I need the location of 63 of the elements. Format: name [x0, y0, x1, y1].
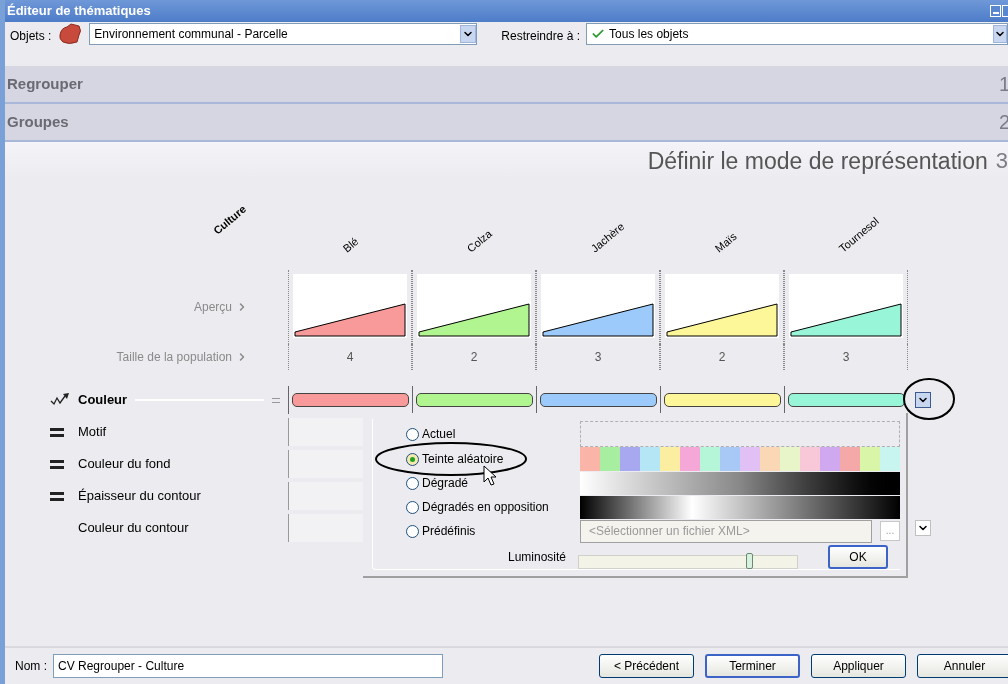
gradient-strip[interactable] [580, 471, 900, 495]
option-label[interactable]: Dégradé [422, 474, 469, 492]
gradient-strip[interactable] [580, 495, 900, 519]
slider-thumb[interactable] [746, 553, 754, 569]
restrict-dropdown[interactable]: Tous les objets [586, 23, 1008, 45]
window-title: Éditeur de thématiques [7, 2, 151, 21]
name-field[interactable]: CV Regrouper - Culture [53, 654, 443, 678]
step-number: 3 [995, 150, 1008, 172]
property-label[interactable]: Couleur du contour [78, 518, 189, 538]
annotation-ellipse [902, 377, 956, 421]
color-bar[interactable] [664, 393, 781, 407]
objects-dropdown[interactable]: Environnement communal - Parcelle [89, 23, 478, 45]
step-title: Définir le mode de représentation [647, 146, 988, 176]
option-label[interactable]: Dégradés en opposition [422, 498, 549, 516]
footer-button[interactable]: Terminer [705, 654, 800, 678]
equals-icon [272, 397, 280, 403]
row-label: Aperçu [193, 299, 232, 316]
equals-icon [50, 427, 64, 437]
population-count: 3 [594, 349, 602, 366]
restrict-value: Tous les objets [609, 26, 689, 43]
footer-button[interactable]: Annuler [917, 654, 1008, 678]
restrict-label: Restreindre à : [501, 28, 581, 45]
equals-icon [50, 491, 64, 501]
property-label[interactable]: Épaisseur du contour [78, 486, 201, 506]
radio-button[interactable] [406, 427, 419, 441]
property-label[interactable]: Couleur [78, 390, 128, 410]
radio-button[interactable] [406, 500, 419, 514]
color-bar[interactable] [416, 393, 533, 407]
cursor-icon [483, 465, 499, 487]
population-count: 4 [346, 349, 354, 366]
equals-icon [50, 459, 64, 469]
property-label[interactable]: Couleur du fond [78, 454, 171, 474]
dropdown-icon[interactable] [460, 25, 477, 43]
population-count: 3 [842, 349, 850, 366]
population-count: 2 [718, 349, 726, 366]
radio-button[interactable] [406, 452, 419, 466]
radio-button[interactable] [406, 476, 419, 490]
ok-button[interactable]: OK [828, 545, 888, 569]
brightness-slider[interactable] [578, 555, 798, 569]
radio-button[interactable] [406, 524, 419, 538]
dropdown-icon[interactable] [993, 25, 1007, 43]
close-icon[interactable] [1002, 5, 1008, 17]
color-bar[interactable] [788, 393, 905, 407]
row-label: Taille de la population [116, 349, 232, 366]
option-label[interactable]: Actuel [422, 425, 456, 443]
option-label[interactable]: Prédéfinis [422, 522, 476, 540]
footer-button[interactable]: Appliquer [811, 654, 906, 678]
dropdown-icon[interactable] [915, 520, 931, 536]
minimize-icon[interactable] [990, 5, 1001, 17]
column-header[interactable]: Blé [339, 233, 363, 256]
color-bar[interactable] [540, 393, 657, 407]
trend-arrow-icon [50, 393, 72, 407]
objects-label: Objets : [10, 28, 52, 45]
footer-button[interactable]: < Précédent [599, 654, 694, 678]
property-label[interactable]: Motif [78, 422, 107, 442]
parcel-icon [57, 23, 84, 45]
swatch-strip[interactable] [580, 447, 900, 471]
population-count: 2 [470, 349, 478, 366]
check-icon [591, 27, 606, 41]
name-label: Nom : [15, 658, 47, 675]
brightness-label: Luminosité [506, 549, 567, 566]
color-bar[interactable] [292, 393, 409, 407]
dropdown-icon[interactable] [915, 392, 931, 408]
